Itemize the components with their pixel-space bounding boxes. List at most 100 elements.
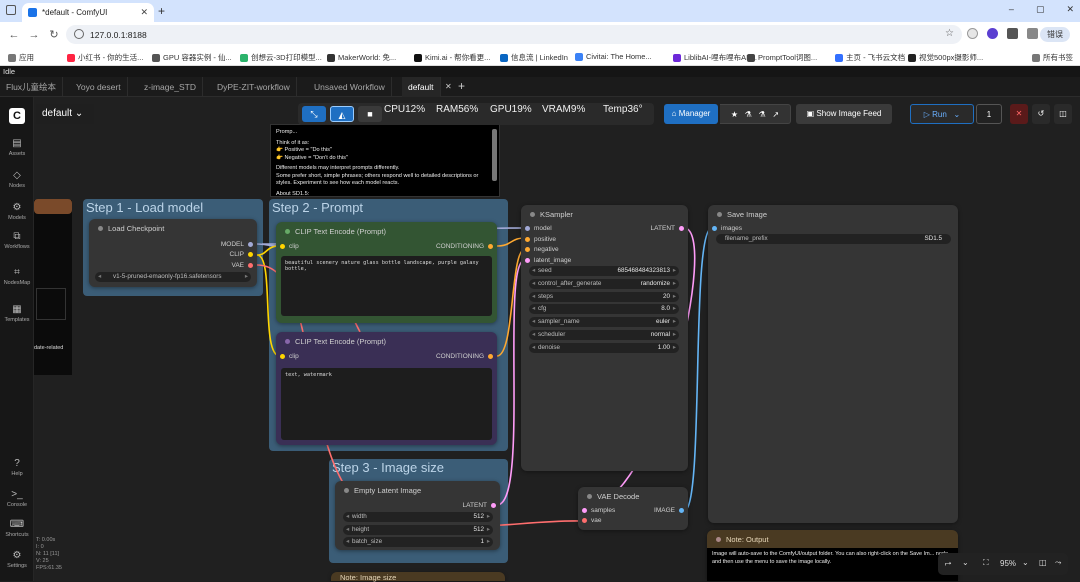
output-slot-conditioning[interactable]: CONDITIONING	[436, 243, 493, 250]
collapse-dot-icon[interactable]	[587, 494, 592, 499]
chevron-left-icon[interactable]: ◂	[532, 304, 535, 314]
show-image-feed-button[interactable]: ▣ Show Image Feed	[796, 104, 892, 124]
chevron-left-icon[interactable]: ◂	[532, 317, 535, 327]
chevron-right-icon[interactable]: ▸	[673, 330, 676, 340]
collapse-dot-icon[interactable]	[716, 537, 721, 542]
input-slot-clip[interactable]: clip	[280, 353, 299, 360]
toggle-panel-icon[interactable]: ◫	[1054, 104, 1072, 124]
pin-icon[interactable]: ◭	[330, 106, 354, 122]
collapse-dot-icon[interactable]	[285, 229, 290, 234]
output-slot-latent[interactable]: LATENT	[651, 225, 684, 232]
output-slot-clip[interactable]: CLIP	[230, 251, 253, 258]
filename-prefix-field[interactable]: filename_prefix SD1.5	[716, 234, 951, 244]
output-slot-conditioning[interactable]: CONDITIONING	[436, 353, 493, 360]
collapse-dot-icon[interactable]	[530, 212, 535, 217]
node-vae-decode[interactable]: VAE Decode samples vae IMAGE	[578, 487, 688, 530]
input-slot-vae[interactable]: vae	[582, 517, 601, 524]
widget-batch-size[interactable]: ◂ batch_size 1 ▸	[343, 537, 493, 547]
widget-denoise[interactable]: ◂ denoise 1.00 ▸	[529, 342, 679, 353]
widget-height[interactable]: ◂ height 512 ▸	[343, 524, 493, 535]
zoom-level[interactable]: 95%	[1000, 559, 1016, 568]
input-slot-negative[interactable]: negative	[525, 246, 559, 253]
tip-line: Different models may interpret prompts d…	[276, 165, 400, 172]
input-slot-latent-image[interactable]: latent_image	[525, 257, 571, 264]
output-slot-model[interactable]: MODEL	[221, 241, 253, 248]
input-slot-positive[interactable]: positive	[525, 236, 556, 243]
select-mode-icon[interactable]: ⮣	[945, 558, 951, 568]
chevron-right-icon[interactable]: ▸	[673, 279, 676, 289]
history-icon[interactable]: ↺	[1032, 104, 1050, 124]
image-feed-label: Show Image Feed	[816, 109, 882, 118]
chevron-left-icon[interactable]: ◂	[346, 537, 349, 547]
chevron-left-icon[interactable]: ◂	[532, 292, 535, 302]
chevron-right-icon[interactable]: ▸	[673, 266, 676, 276]
node-title: KSampler	[530, 210, 573, 219]
chevron-right-icon[interactable]: ▸	[673, 304, 676, 314]
chevron-left-icon[interactable]: ◂	[532, 279, 535, 289]
chevron-right-icon[interactable]: ▸	[673, 317, 676, 327]
fit-view-icon[interactable]: ⛶	[983, 558, 989, 568]
stop-icon[interactable]: ■	[358, 106, 382, 122]
input-slot-images[interactable]: images	[712, 225, 742, 232]
input-slot-samples[interactable]: samples	[582, 507, 615, 514]
chevron-left-icon[interactable]: ◂	[532, 266, 535, 276]
widget-seed[interactable]: ◂ seed 685468484323813 ▸	[529, 266, 679, 276]
flask2-icon[interactable]: ⚗	[759, 110, 766, 119]
prompt-textarea[interactable]: beautiful scenery nature glass bottle la…	[281, 256, 492, 316]
chevron-left-icon[interactable]: ◂	[346, 512, 349, 522]
ckpt-name-combo[interactable]: ◂ v1-5-pruned-emaonly-fp16.safetensors ▸	[95, 272, 251, 282]
share-icon[interactable]: ↗	[772, 110, 779, 119]
bypass-icon[interactable]: ⤡	[302, 106, 326, 122]
node-note-output[interactable]: Note: Output Image will auto-save to the…	[707, 530, 958, 581]
chevron-down-icon[interactable]: ⌄	[962, 558, 969, 567]
scrollbar[interactable]	[492, 129, 497, 181]
run-button[interactable]: ▷ Run ⌄	[910, 104, 974, 124]
note-text[interactable]: Image will auto-save to the ComfyUI/outp…	[707, 548, 958, 581]
manager-label: Manager	[678, 109, 711, 118]
widget-width[interactable]: ◂ width 512 ▸	[343, 512, 493, 522]
node-save-image[interactable]: Save Image images filename_prefix SD1.5	[708, 205, 958, 523]
manager-button[interactable]: ⌂ Manager	[664, 104, 718, 124]
chevron-right-icon[interactable]: ▸	[487, 537, 490, 547]
collapse-dot-icon[interactable]	[344, 488, 349, 493]
collapse-dot-icon[interactable]	[717, 212, 722, 217]
node-load-checkpoint[interactable]: Load Checkpoint MODEL CLIP VAE ◂ v1-5-pru…	[89, 219, 257, 287]
batch-count-input[interactable]: 1	[976, 104, 1002, 124]
chevron-right-icon[interactable]: ▸	[673, 343, 676, 353]
node-ksampler[interactable]: KSampler model positive negative latent_…	[521, 205, 688, 471]
flask-icon[interactable]: ⚗	[745, 110, 752, 119]
chevron-left-icon[interactable]: ◂	[532, 330, 535, 340]
input-slot-clip[interactable]: clip	[280, 243, 299, 250]
collapse-dot-icon[interactable]	[285, 339, 290, 344]
chevron-right-icon[interactable]: ▸	[673, 292, 676, 302]
cancel-run-button[interactable]: ✕	[1010, 104, 1028, 124]
minimap-icon[interactable]: ◫	[1039, 558, 1047, 567]
node-title-text: CLIP Text Encode (Prompt)	[295, 227, 387, 236]
node-note-image-size[interactable]: Note: Image size	[331, 572, 505, 582]
chevron-right-icon[interactable]: ▸	[487, 512, 490, 522]
widget-steps[interactable]: ◂ steps 20 ▸	[529, 291, 679, 302]
chevron-down-icon[interactable]: ⌄	[954, 110, 961, 119]
negative-prompt-textarea[interactable]: text, watermark	[281, 368, 492, 440]
chevron-down-icon[interactable]: ⌄	[1022, 558, 1029, 567]
widget-control-after-generate[interactable]: ◂ control_after_generate randomize ▸	[529, 278, 679, 289]
input-slot-model[interactable]: model	[525, 225, 552, 232]
star-icon[interactable]: ★	[731, 110, 738, 119]
output-slot-vae[interactable]: VAE	[231, 262, 253, 269]
tip-line: styles. Experiment to see how each model…	[276, 180, 400, 187]
collapse-dot-icon[interactable]	[98, 226, 103, 231]
widget-scheduler[interactable]: ◂ scheduler normal ▸	[529, 330, 679, 340]
gpu-stat: GPU19%	[490, 104, 532, 115]
output-slot-latent[interactable]: LATENT	[463, 502, 496, 509]
chevron-right-icon[interactable]: ▸	[487, 525, 490, 535]
chevron-left-icon[interactable]: ◂	[346, 525, 349, 535]
widget-sampler-name[interactable]: ◂ sampler_name euler ▸	[529, 317, 679, 328]
debug-info: T: 0.00s I: 0 N: 11 [11] V: 25 FPS:61.35	[36, 537, 62, 571]
chevron-left-icon[interactable]: ◂	[532, 343, 535, 353]
node-clip-text-negative[interactable]: CLIP Text Encode (Prompt) clip CONDITION…	[276, 332, 497, 445]
widget-cfg[interactable]: ◂ cfg 8.0 ▸	[529, 304, 679, 315]
node-clip-text-positive[interactable]: CLIP Text Encode (Prompt) clip CONDITION…	[276, 222, 497, 323]
node-empty-latent-image[interactable]: Empty Latent Image LATENT ◂ width 512 ▸ ◂ hei…	[335, 481, 500, 550]
link-visibility-icon[interactable]: ⤳	[1055, 558, 1061, 568]
output-slot-image[interactable]: IMAGE	[654, 507, 684, 514]
